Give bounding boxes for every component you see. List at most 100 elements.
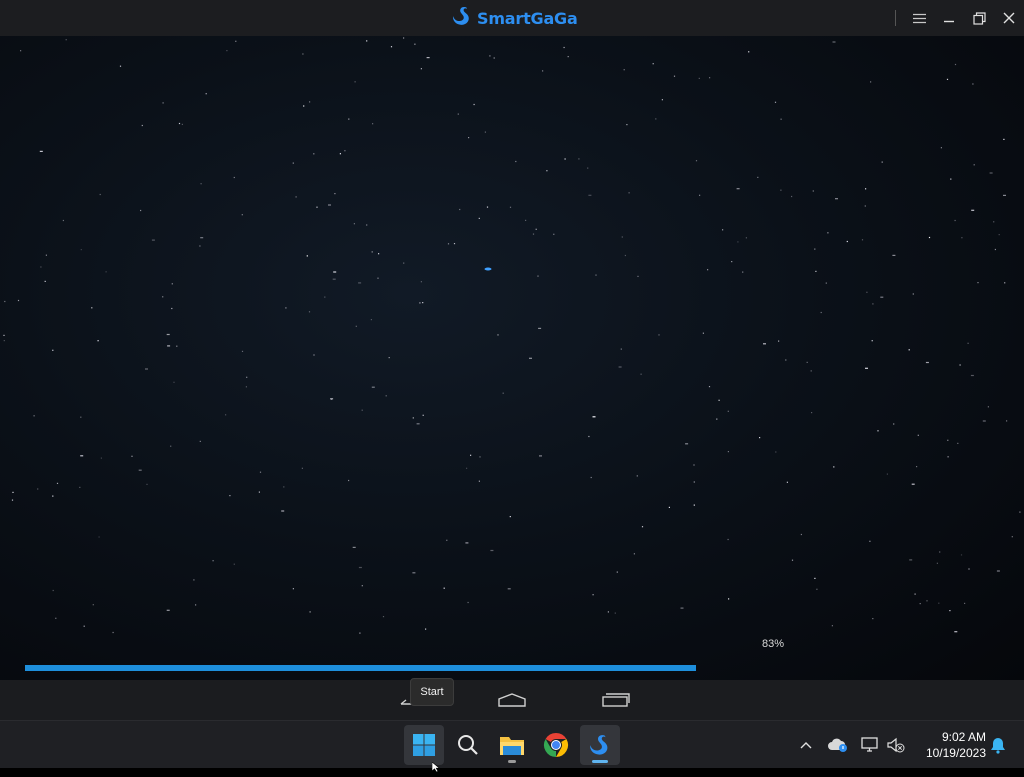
star — [353, 223, 355, 225]
star — [233, 563, 235, 565]
star — [616, 571, 618, 573]
star — [412, 417, 414, 419]
star — [225, 414, 227, 416]
star — [370, 319, 372, 321]
chrome-button[interactable] — [536, 725, 576, 765]
chevron-up-icon[interactable] — [794, 733, 818, 757]
star — [83, 625, 85, 627]
star — [938, 602, 940, 604]
star — [614, 612, 616, 614]
network-icon[interactable] — [858, 733, 882, 757]
star — [334, 193, 336, 195]
star — [866, 291, 868, 293]
volume-muted-icon[interactable] — [884, 733, 908, 757]
star — [332, 278, 336, 280]
star — [355, 325, 357, 327]
clock-time: 9:02 AM — [941, 730, 986, 744]
blue-star — [484, 267, 492, 271]
star — [592, 416, 596, 418]
star — [685, 443, 689, 445]
star — [592, 594, 594, 596]
star — [621, 236, 623, 238]
star — [281, 510, 285, 512]
home-icon[interactable] — [496, 688, 528, 712]
star — [388, 357, 390, 359]
star — [200, 237, 204, 239]
star — [893, 423, 895, 425]
star — [371, 251, 373, 253]
star — [748, 51, 750, 53]
star — [468, 137, 470, 139]
star — [820, 311, 822, 314]
star — [587, 167, 589, 169]
star — [358, 566, 362, 569]
star — [385, 395, 387, 397]
recents-icon[interactable] — [600, 688, 632, 712]
star — [864, 205, 866, 207]
star — [816, 588, 818, 590]
star — [382, 616, 385, 618]
star — [928, 236, 931, 239]
star — [815, 270, 817, 272]
star — [55, 617, 57, 619]
loading-progress-bar — [25, 665, 833, 671]
star — [827, 232, 829, 234]
star — [774, 101, 777, 103]
star — [193, 579, 195, 581]
star — [497, 334, 499, 336]
star — [967, 342, 969, 344]
star — [973, 164, 975, 166]
bell-icon[interactable] — [986, 733, 1010, 757]
search-button[interactable] — [448, 725, 488, 765]
star — [709, 77, 711, 79]
star — [763, 343, 766, 345]
star — [785, 359, 787, 361]
star — [680, 607, 684, 609]
system-clock[interactable]: 9:02 AM 10/19/2023 — [914, 729, 986, 761]
star — [542, 70, 544, 72]
start-tooltip: Start — [410, 678, 454, 706]
star — [212, 560, 214, 562]
star — [1006, 420, 1008, 422]
close-icon[interactable] — [994, 0, 1024, 36]
star — [62, 219, 64, 222]
smartgaga-taskbar-button[interactable] — [580, 725, 620, 765]
star — [306, 255, 308, 257]
star — [661, 99, 663, 101]
star — [716, 418, 718, 420]
star — [1004, 282, 1006, 284]
android-nav-bar — [0, 680, 1024, 720]
star — [525, 219, 527, 221]
star — [258, 491, 260, 493]
star — [529, 357, 532, 359]
star — [947, 439, 949, 441]
star — [308, 311, 311, 313]
star — [422, 302, 424, 304]
star — [176, 345, 178, 347]
star — [698, 77, 700, 79]
star — [699, 194, 701, 196]
star — [1019, 511, 1021, 513]
onedrive-icon[interactable] — [826, 733, 850, 757]
star — [959, 364, 961, 366]
emulator-screen[interactable]: 83% — [0, 36, 1024, 680]
star — [908, 349, 910, 351]
star — [200, 183, 202, 185]
star — [162, 296, 164, 298]
star — [812, 190, 814, 192]
file-explorer-button[interactable] — [492, 725, 532, 765]
star — [618, 366, 622, 368]
star — [470, 454, 472, 456]
restore-icon[interactable] — [964, 0, 994, 36]
star — [652, 63, 654, 65]
minimize-icon[interactable] — [934, 0, 964, 36]
loading-progress-fill — [25, 665, 696, 671]
star — [993, 221, 995, 223]
star — [814, 248, 816, 250]
star — [806, 361, 808, 363]
star — [301, 467, 303, 469]
app-title: SmartGaGa — [477, 8, 578, 28]
menu-icon[interactable] — [904, 0, 934, 36]
star — [309, 611, 311, 613]
star — [292, 588, 294, 590]
